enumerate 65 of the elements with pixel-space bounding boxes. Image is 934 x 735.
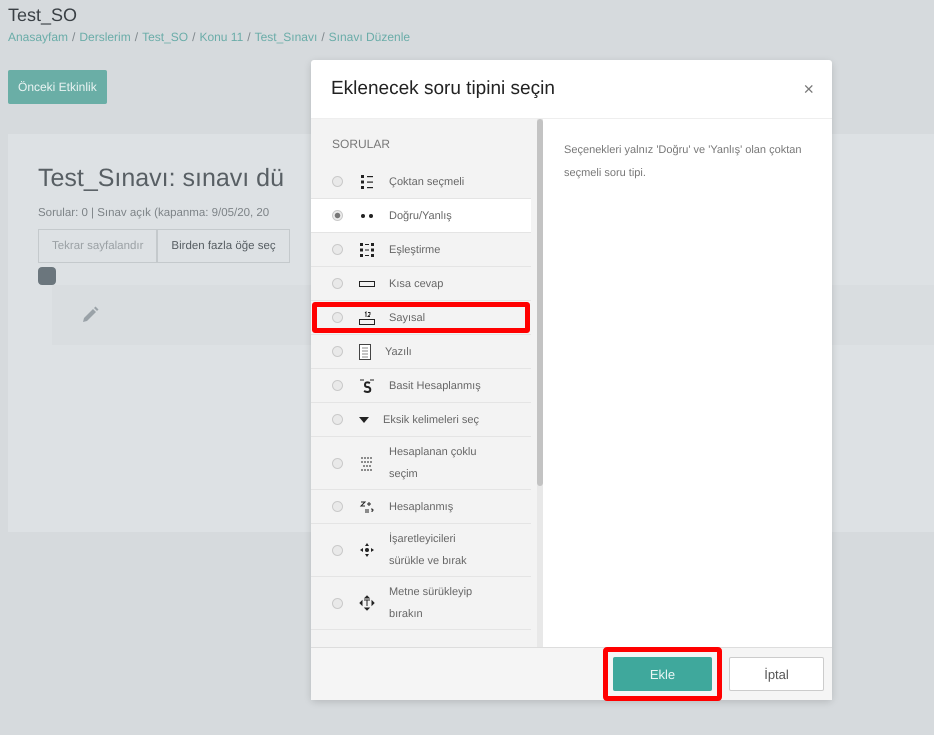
radio-button[interactable] <box>332 414 343 425</box>
formula-icon <box>359 455 375 471</box>
dropdown-arrow-icon <box>359 416 369 422</box>
close-button[interactable]: × <box>799 76 818 102</box>
formula-icon <box>359 500 375 514</box>
radio-button[interactable] <box>332 312 343 323</box>
question-type-option[interactable]: Kısa cevap <box>311 267 531 301</box>
radio-button[interactable] <box>332 380 343 391</box>
option-label: Basit Hesaplanmış <box>389 378 482 394</box>
option-label: Kısa cevap <box>389 276 444 292</box>
breadcrumb-separator: / <box>321 30 325 44</box>
option-label: Eksik kelimeleri seç <box>383 412 480 428</box>
document-icon <box>359 344 371 360</box>
option-label: Çoktan seçmeli <box>389 174 466 190</box>
course-title: Test_SO <box>8 5 78 26</box>
page-marker-icon <box>38 267 56 285</box>
radio-button[interactable] <box>332 210 343 221</box>
dialog-button[interactable]: İptal <box>729 657 824 691</box>
breadcrumb-separator: / <box>247 30 251 44</box>
option-label: Hesaplanan çoklu seçim <box>389 445 478 482</box>
radio-button[interactable] <box>332 598 343 608</box>
page-heading: Test_Sınavı: sınavı dü <box>38 164 284 193</box>
option-label: Sayısal <box>389 310 426 326</box>
match-icon <box>359 242 375 258</box>
question-type-option[interactable]: Eşleştirme <box>311 233 531 267</box>
question-type-option[interactable]: Doğru/Yanlış <box>311 199 531 233</box>
breadcrumb-separator: / <box>72 30 76 44</box>
numbered-field-icon <box>359 310 375 324</box>
question-type-option[interactable]: Hesaplanan çoklu seçim <box>311 437 531 490</box>
text-field-icon <box>359 280 375 286</box>
list-icon <box>359 174 375 190</box>
radio-button[interactable] <box>332 244 343 255</box>
option-label: Yazılı <box>385 344 413 360</box>
quiz-summary: Sorular: 0 | Sınav açık (kapanma: 9/05/20, 20 <box>38 207 270 219</box>
option-label: Hesaplanmış <box>389 500 454 514</box>
radio-button[interactable] <box>332 346 343 357</box>
option-label: İşaretleyicileri sürükle ve bırak <box>389 532 468 569</box>
question-type-option[interactable]: Metne sürükleyip bırakın <box>311 577 531 630</box>
question-type-option[interactable]: Hesaplanmış <box>311 490 531 524</box>
dialog-title: Eklenecek soru tipini seçin <box>331 78 555 100</box>
question-type-option[interactable]: İşaretleyicileri sürükle ve bırak <box>311 524 531 577</box>
breadcrumb-separator: / <box>134 30 138 44</box>
option-label: Metne sürükleyip bırakın <box>389 585 474 622</box>
toolbar-button[interactable]: Birden fazla öğe seç <box>157 229 290 263</box>
question-type-option[interactable]: Yazılı <box>311 335 531 369</box>
move-icon <box>359 542 375 558</box>
radio-button[interactable] <box>332 458 343 468</box>
move-text-icon <box>359 595 375 611</box>
question-type-option[interactable]: Eksik kelimeleri seç <box>311 403 531 437</box>
type-description: Seçenekleri yalnız 'Doğru' ve 'Yanlış' olan çoktan seçmeli soru tipi. <box>563 143 802 181</box>
pencil-icon[interactable] <box>80 305 100 325</box>
radio-button[interactable] <box>332 176 343 187</box>
radio-button[interactable] <box>332 278 343 289</box>
radio-button[interactable] <box>332 501 343 512</box>
breadcrumb-separator: / <box>192 30 196 44</box>
option-label: Eşleştirme <box>389 242 442 258</box>
formula-icon <box>359 378 375 394</box>
section-heading: SORULAR <box>331 136 392 153</box>
question-type-option[interactable]: Basit Hesaplanmış <box>311 369 531 403</box>
question-type-option[interactable]: Sayısal <box>311 301 531 335</box>
dialog-button[interactable]: Ekle <box>613 657 712 691</box>
dots-icon <box>359 212 375 220</box>
option-label: Doğru/Yanlış <box>389 208 453 224</box>
radio-button[interactable] <box>332 544 343 556</box>
scrollbar[interactable] <box>537 119 543 647</box>
